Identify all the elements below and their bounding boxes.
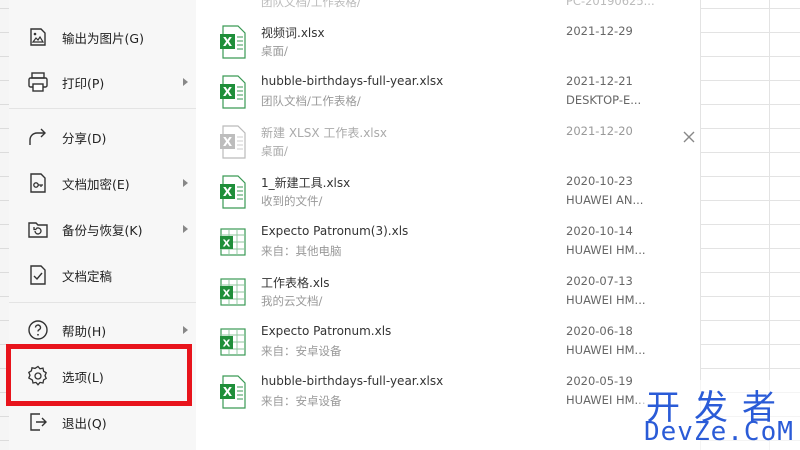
menu-item-label: 文档加密(E)	[62, 176, 130, 192]
menu-item-export-image[interactable]: 输出为图片(G)	[9, 14, 196, 60]
site-watermark: 开发者 DevZe.CoM	[640, 380, 800, 450]
file-date: 2020-05-19	[566, 374, 633, 388]
file-path: 我的云文档/	[261, 294, 323, 308]
xlsx-file-icon: X	[220, 25, 246, 59]
menu-item-print[interactable]: 打印(P)	[9, 59, 196, 105]
xls-file-icon: X	[220, 328, 246, 356]
file-path: 来自：安卓设备	[261, 344, 342, 358]
partial-file-device: PC-20190625...	[566, 0, 655, 8]
file-date: 2021-12-21	[566, 74, 633, 88]
svg-text:X: X	[223, 339, 231, 350]
menu-item-label: 打印(P)	[62, 75, 105, 91]
file-row[interactable]: X 视频词.xlsx 桌面/ 2021-12-29	[196, 18, 700, 68]
close-icon[interactable]	[682, 130, 696, 144]
file-path: 桌面/	[261, 44, 288, 58]
help-icon	[28, 320, 48, 340]
chevron-right-icon	[183, 179, 188, 187]
file-date: 2021-12-29	[566, 24, 633, 38]
file-name: Expecto Patronum.xls	[261, 324, 392, 338]
menu-item-label: 备份与恢复(K)	[62, 222, 143, 238]
menu-item-label: 分享(D)	[62, 130, 107, 146]
file-device: HUAWEI HM...	[566, 393, 646, 407]
svg-text:X: X	[223, 289, 231, 300]
menu-divider	[9, 108, 196, 109]
image-export-icon	[30, 28, 46, 46]
xlsx-file-icon: X	[220, 375, 246, 409]
xls-file-icon: X	[220, 278, 246, 306]
exit-icon	[30, 413, 47, 431]
xlsx-file-icon: X	[220, 75, 246, 109]
chevron-right-icon	[183, 78, 188, 86]
file-name: hubble-birthdays-full-year.xlsx	[261, 74, 444, 88]
file-device: HUAWEI AN...	[566, 193, 644, 207]
watermark-en-text: DevZe.CoM	[644, 417, 794, 447]
file-path: 来自：安卓设备	[261, 394, 342, 408]
menu-item-label: 帮助(H)	[62, 323, 107, 339]
file-name: hubble-birthdays-full-year.xlsx	[261, 374, 444, 388]
menu-item-label: 文档定稿	[62, 268, 113, 284]
file-device: HUAWEI HM...	[566, 343, 646, 357]
file-name: 视频词.xlsx	[261, 26, 325, 40]
file-name: 工作表格.xls	[261, 276, 330, 290]
file-row[interactable]: X Expecto Patronum.xls 来自：安卓设备 2020-06-1…	[196, 318, 700, 368]
menu-item-label: 输出为图片(G)	[62, 30, 144, 46]
file-device: HUAWEI HM...	[566, 293, 646, 307]
file-row[interactable]: X 工作表格.xls 我的云文档/ 2020-07-13 HUAWEI HM..…	[196, 268, 700, 318]
file-device: HUAWEI HM...	[566, 243, 646, 257]
svg-text:X: X	[223, 385, 233, 399]
menu-divider	[9, 302, 196, 303]
file-date: 2020-10-14	[566, 224, 633, 238]
file-date: 2020-07-13	[566, 274, 633, 288]
file-device: DESKTOP-E...	[566, 93, 642, 107]
backup-restore-icon	[28, 222, 48, 238]
menu-item-encrypt[interactable]: 文档加密(E)	[9, 160, 196, 206]
file-path: 收到的文件/	[261, 194, 323, 208]
menu-item-backup-restore[interactable]: 备份与恢复(K)	[9, 206, 196, 252]
file-name: Expecto Patronum(3).xls	[261, 224, 409, 238]
file-date: 2020-10-23	[566, 174, 633, 188]
file-name: 新建 XLSX 工作表.xlsx	[261, 126, 387, 140]
lock-document-icon	[30, 173, 46, 193]
file-name: 1_新建工具.xlsx	[261, 176, 351, 190]
xls-file-icon: X	[220, 228, 246, 256]
file-row[interactable]: X Expecto Patronum(3).xls 来自：其他电脑 2020-1…	[196, 218, 700, 268]
share-icon	[29, 128, 46, 145]
xlsx-file-icon: X	[220, 175, 246, 209]
svg-text:X: X	[223, 135, 233, 149]
file-date: 2021-12-20	[566, 124, 633, 138]
file-row[interactable]: X 新建 XLSX 工作表.xlsx 桌面/ 2021-12-20	[196, 118, 700, 168]
menu-item-label: 退出(Q)	[62, 415, 107, 431]
check-document-icon	[30, 265, 46, 285]
printer-icon	[28, 72, 48, 92]
recent-files-panel: 团队文档/工作表格/ PC-20190625... X 视频词.xlsx 桌面/…	[196, 0, 700, 450]
svg-text:X: X	[223, 85, 233, 99]
menu-item-share[interactable]: 分享(D)	[9, 114, 196, 160]
file-row[interactable]: X 1_新建工具.xlsx 收到的文件/ 2020-10-23 HUAWEI A…	[196, 168, 700, 218]
file-path: 来自：其他电脑	[261, 244, 342, 258]
file-path: 团队文档/工作表格/	[261, 94, 361, 108]
svg-text:X: X	[223, 239, 231, 250]
file-path: 桌面/	[261, 144, 288, 158]
chevron-right-icon	[183, 225, 188, 233]
file-row[interactable]: X hubble-birthdays-full-year.xlsx 团队文档/工…	[196, 68, 700, 118]
file-date: 2020-06-18	[566, 324, 633, 338]
menu-item-finalize[interactable]: 文档定稿	[9, 252, 196, 298]
svg-text:X: X	[223, 185, 233, 199]
xlsx-file-icon: X	[220, 125, 246, 159]
file-row[interactable]: X hubble-birthdays-full-year.xlsx 来自：安卓设…	[196, 368, 700, 418]
chevron-right-icon	[183, 326, 188, 334]
svg-text:X: X	[223, 35, 233, 49]
partial-file-path: 团队文档/工作表格/	[261, 0, 361, 9]
options-highlight-annotation	[6, 344, 192, 406]
